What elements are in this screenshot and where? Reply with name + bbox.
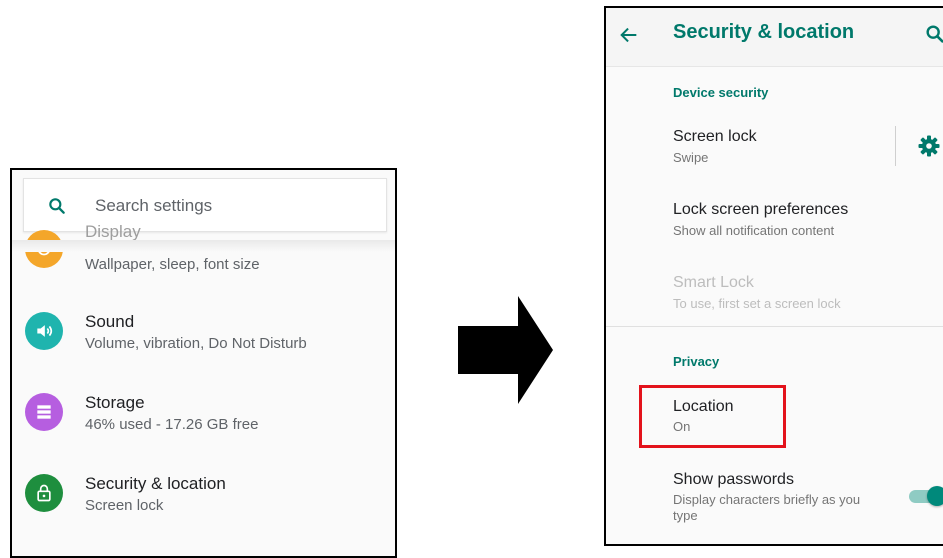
- settings-item-title: Display: [85, 222, 141, 241]
- pref-subtitle: Display characters briefly as you type: [673, 492, 861, 523]
- pref-title: Smart Lock: [673, 274, 754, 291]
- search-icon[interactable]: [924, 23, 943, 45]
- privacy-header: Privacy: [673, 354, 720, 369]
- show-passwords-toggle[interactable]: [905, 485, 943, 507]
- toggle-thumb: [927, 486, 943, 506]
- settings-item-subtitle: Wallpaper, sleep, font size: [85, 256, 260, 273]
- lock-icon: [25, 474, 63, 512]
- device-security-header: Device security: [673, 85, 769, 100]
- header-shadow: [12, 240, 395, 252]
- settings-item-storage[interactable]: Storage 46% used - 17.26 GB free: [12, 379, 395, 449]
- right-arrow-icon: [458, 296, 553, 404]
- pref-title: Screen lock: [673, 128, 757, 145]
- page-title: Security & location: [673, 21, 855, 43]
- section-divider: [606, 326, 943, 327]
- settings-item-security-location[interactable]: Security & location Screen lock: [12, 460, 395, 530]
- location-highlight-box: [639, 385, 786, 448]
- search-settings-bar[interactable]: Search settings: [23, 178, 387, 232]
- pref-title: Lock screen preferences: [673, 201, 849, 218]
- pref-subtitle: Show all notification content: [673, 223, 835, 238]
- settings-item-title: Storage: [85, 393, 145, 412]
- sound-icon: [25, 312, 63, 350]
- security-location-screen: Security & location Device security Scre…: [604, 6, 943, 546]
- settings-item-title: Sound: [85, 312, 135, 331]
- pref-subtitle: Swipe: [673, 150, 709, 165]
- pref-subtitle: To use, first set a screen lock: [673, 296, 841, 311]
- settings-home-screen: Search settings Display Wallpaper, sleep…: [10, 168, 397, 558]
- settings-item-subtitle: Screen lock: [85, 497, 164, 514]
- storage-icon: [25, 393, 63, 431]
- search-icon: [49, 198, 65, 214]
- settings-item-title: Security & location: [85, 474, 226, 493]
- gear-icon[interactable]: [917, 134, 941, 158]
- settings-item-sound[interactable]: Sound Volume, vibration, Do Not Disturb: [12, 298, 395, 368]
- back-arrow-icon[interactable]: [618, 24, 640, 46]
- divider: [895, 126, 896, 166]
- settings-item-subtitle: 46% used - 17.26 GB free: [85, 416, 259, 433]
- app-bar: Security & location: [606, 8, 943, 67]
- search-placeholder: Search settings: [95, 196, 213, 215]
- settings-item-subtitle: Volume, vibration, Do Not Disturb: [85, 335, 307, 352]
- pref-title: Show passwords: [673, 471, 794, 488]
